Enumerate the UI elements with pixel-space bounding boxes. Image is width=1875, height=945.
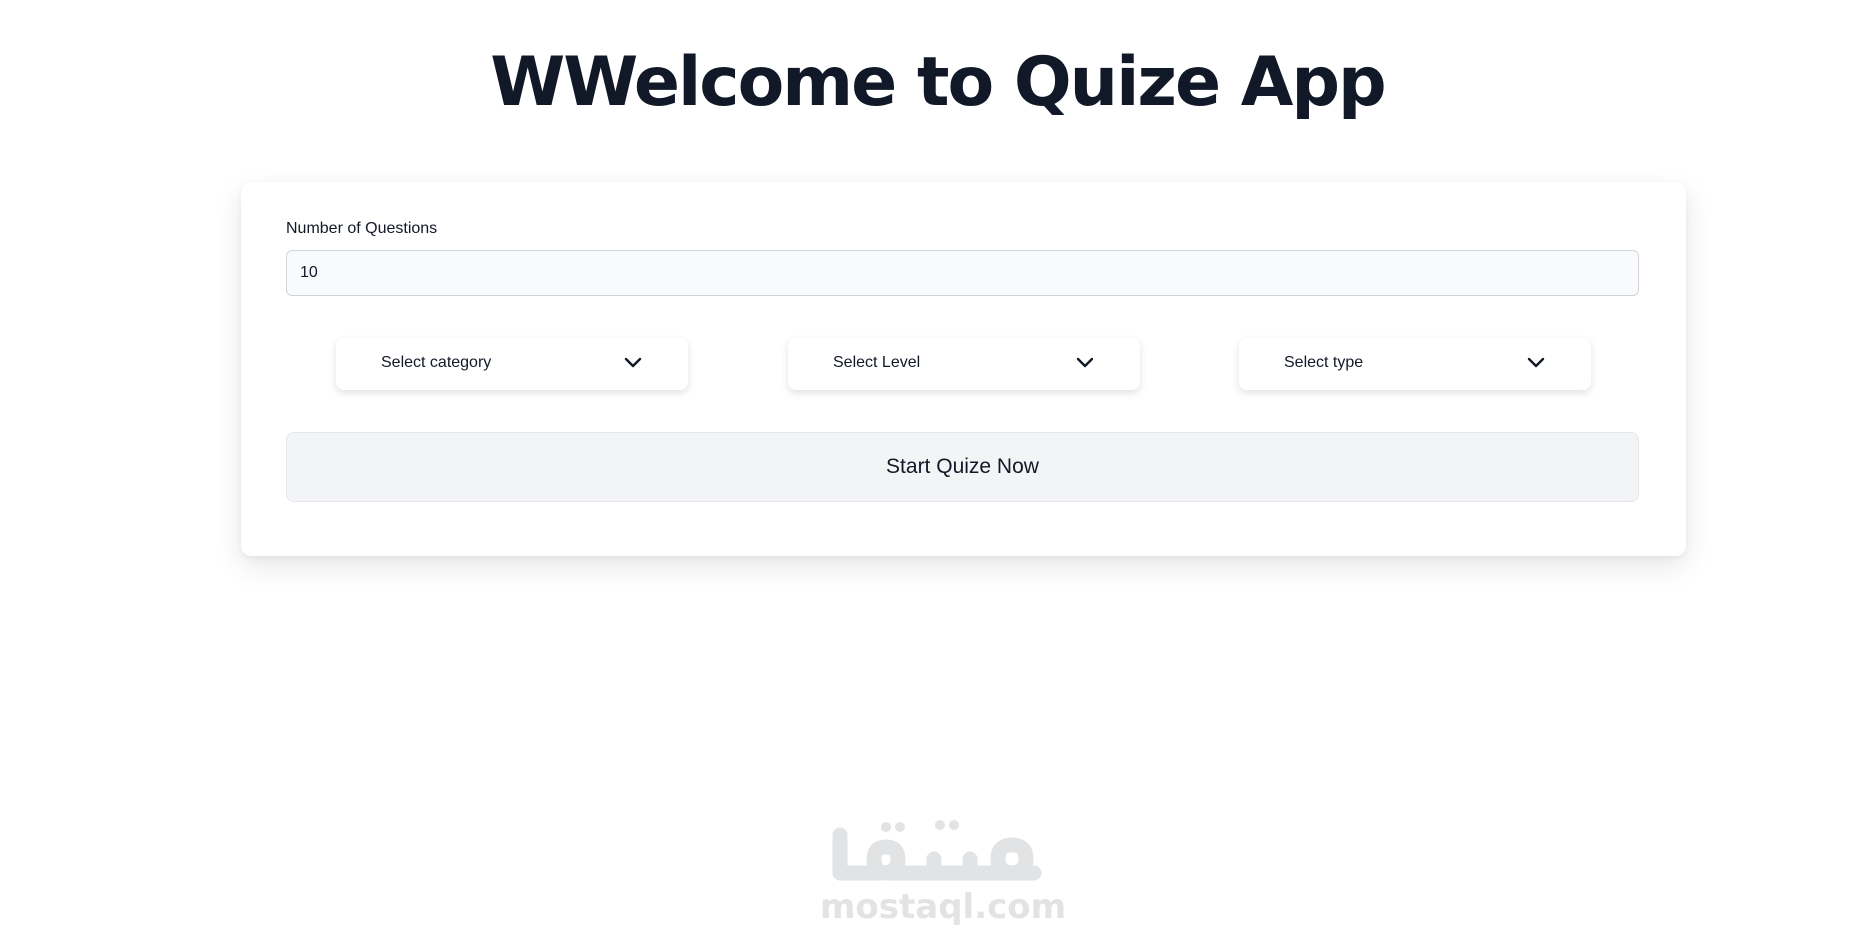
watermark: mostaql.com xyxy=(820,815,1067,930)
quiz-settings-card: Number of Questions Select category Sele… xyxy=(241,182,1686,556)
chevron-down-icon xyxy=(1527,357,1545,368)
page: WWelcome to Quize App Number of Question… xyxy=(0,0,1875,945)
chevron-down-icon xyxy=(624,357,642,368)
type-select[interactable]: Select type xyxy=(1239,338,1591,390)
category-select-label: Select category xyxy=(381,354,492,371)
level-select-label: Select Level xyxy=(833,354,921,371)
category-select[interactable]: Select category xyxy=(336,338,688,390)
type-select-label: Select type xyxy=(1284,354,1364,371)
watermark-text: mostaql.com xyxy=(820,887,1067,927)
mostaql-logo-icon xyxy=(832,820,1042,881)
level-select[interactable]: Select Level xyxy=(788,338,1140,390)
chevron-down-icon xyxy=(1076,357,1094,368)
page-title: WWelcome to Quize App xyxy=(490,43,1386,122)
questions-count-input[interactable] xyxy=(286,250,1639,296)
start-quiz-button[interactable]: Start Quize Now xyxy=(286,432,1639,502)
questions-count-label: Number of Questions xyxy=(286,220,438,237)
